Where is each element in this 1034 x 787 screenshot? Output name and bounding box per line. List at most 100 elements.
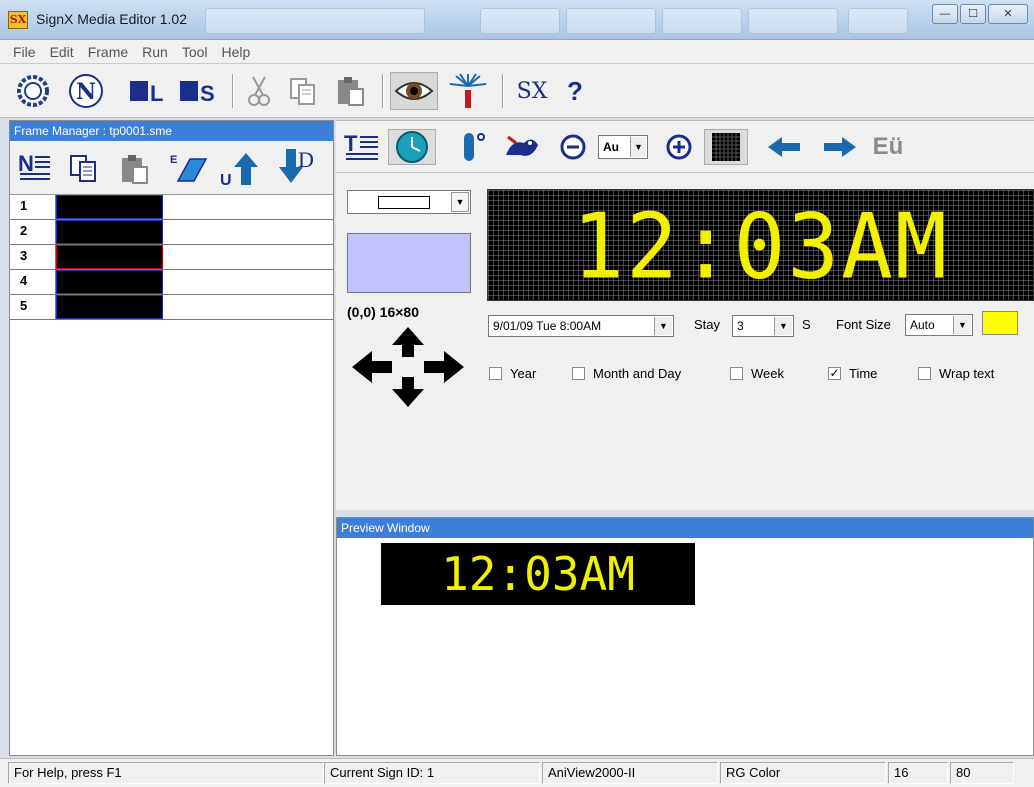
erase-frame-icon[interactable]: E — [168, 151, 208, 188]
checkbox-box[interactable] — [730, 367, 743, 380]
shape-select[interactable]: ▼ — [347, 190, 471, 214]
font-icon[interactable]: Eü — [868, 129, 908, 165]
close-button[interactable]: ✕ — [988, 4, 1028, 24]
led-text: 12:03AM — [572, 194, 949, 300]
move-arrows[interactable] — [352, 327, 464, 407]
frame-row[interactable]: 4 — [10, 270, 333, 295]
status-sign-id: Current Sign ID: 1 — [324, 762, 540, 784]
stay-select[interactable]: 3 ▼ — [732, 315, 794, 337]
preview-display: 12:03AM — [381, 543, 695, 605]
maximize-button[interactable]: ☐ — [960, 4, 986, 24]
taskbar-ghost — [662, 8, 742, 34]
led-display-editor[interactable]: 12:03AM — [487, 189, 1034, 301]
chevron-down-icon: ▼ — [774, 317, 792, 335]
frame-thumbnail[interactable] — [56, 295, 163, 319]
frame-row[interactable]: 2 — [10, 220, 333, 245]
checkbox-box[interactable] — [918, 367, 931, 380]
taskbar-ghost — [566, 8, 656, 34]
menu-help[interactable]: Help — [215, 44, 258, 60]
animation-icon[interactable] — [500, 129, 544, 165]
grid-icon[interactable] — [704, 129, 748, 165]
taskbar-ghost — [748, 8, 838, 34]
frame-manager-panel: Frame Manager : tp0001.sme N E U D 1 2 3… — [9, 120, 334, 756]
title-bar: SX SignX Media Editor 1.02 — ☐ ✕ — [0, 0, 1034, 40]
editor-panel: T Au ▼ Eü ▼ (0,0) 16×80 12:03AM 9/01/09 … — [336, 120, 1034, 510]
copy-frame-icon[interactable] — [68, 153, 100, 188]
time-label: Time — [849, 366, 878, 381]
menu-file[interactable]: File — [6, 44, 43, 60]
paste-frame-icon[interactable] — [118, 153, 150, 188]
year-label: Year — [510, 366, 537, 381]
checkbox-box[interactable] — [489, 367, 502, 380]
zoom-select[interactable]: Au ▼ — [598, 135, 648, 159]
zoom-out-icon[interactable] — [558, 129, 588, 165]
month-day-checkbox[interactable]: Month and Day — [572, 366, 681, 381]
color-swatch[interactable] — [347, 233, 471, 293]
text-icon[interactable]: T — [342, 129, 382, 165]
editor-toolbar: T Au ▼ Eü — [336, 121, 1034, 173]
text-color-button[interactable] — [982, 311, 1018, 335]
frame-manager-toolbar: N E U D — [10, 141, 333, 195]
zoom-value: Au — [603, 140, 619, 154]
clock-icon[interactable] — [388, 129, 436, 165]
copy-icon[interactable] — [286, 72, 320, 110]
svg-text:L: L — [150, 81, 163, 106]
S-icon[interactable]: S — [178, 72, 222, 110]
paste-icon[interactable] — [332, 72, 368, 110]
help-icon[interactable]: ? — [560, 72, 590, 110]
status-model: AniView2000-II — [542, 762, 718, 784]
thermometer-icon[interactable] — [452, 129, 492, 165]
arrow-right-icon[interactable] — [820, 129, 860, 165]
gear-icon[interactable] — [14, 72, 52, 110]
frame-number: 4 — [20, 273, 28, 288]
status-help: For Help, press F1 — [8, 762, 324, 784]
menu-bar: File Edit Frame Run Tool Help — [0, 40, 1034, 64]
font-size-select[interactable]: Auto ▼ — [905, 314, 973, 336]
chevron-down-icon[interactable]: ▼ — [451, 192, 469, 212]
status-color-mode: RG Color — [720, 762, 886, 784]
toolbar-separator — [382, 74, 384, 108]
move-down-icon[interactable]: D — [272, 147, 316, 192]
checkbox-box[interactable] — [572, 367, 585, 380]
preview-window: Preview Window 12:03AM — [336, 517, 1034, 756]
new-frame-icon[interactable]: N — [18, 149, 52, 188]
week-checkbox[interactable]: Week — [730, 366, 784, 381]
position-size-label: (0,0) 16×80 — [347, 304, 419, 320]
move-up-icon[interactable]: U — [220, 149, 260, 192]
menu-edit[interactable]: Edit — [43, 44, 81, 60]
datetime-format-select[interactable]: 9/01/09 Tue 8:00AM ▼ — [488, 315, 674, 337]
wrap-text-checkbox[interactable]: Wrap text — [918, 366, 994, 381]
new-icon[interactable]: N — [66, 72, 106, 110]
preview-eye-icon[interactable] — [390, 72, 438, 110]
chevron-down-icon: ▼ — [953, 316, 971, 334]
transmit-icon[interactable] — [444, 72, 492, 110]
menu-run[interactable]: Run — [135, 44, 175, 60]
frame-row-selected[interactable]: 3 — [10, 245, 333, 270]
frame-row[interactable]: 1 — [10, 195, 333, 220]
frame-thumbnail[interactable] — [56, 245, 163, 269]
zoom-in-icon[interactable] — [664, 129, 694, 165]
status-cols: 80 — [950, 762, 1014, 784]
status-rows: 16 — [888, 762, 948, 784]
time-checkbox[interactable]: ✓ Time — [828, 366, 877, 381]
stay-label: Stay — [694, 317, 721, 332]
arrow-left-icon[interactable] — [764, 129, 804, 165]
sx-icon[interactable]: SX — [512, 72, 552, 110]
window-title: SignX Media Editor 1.02 — [36, 11, 187, 27]
cut-icon[interactable] — [242, 72, 276, 110]
svg-text:N: N — [18, 151, 34, 176]
menu-frame[interactable]: Frame — [81, 44, 135, 60]
svg-text:S: S — [200, 81, 215, 106]
frame-thumbnail[interactable] — [56, 270, 163, 294]
frame-thumbnail[interactable] — [56, 220, 163, 244]
menu-tool[interactable]: Tool — [175, 44, 215, 60]
frame-number: 3 — [20, 248, 28, 263]
wrap-text-label: Wrap text — [939, 366, 995, 381]
frame-thumbnail[interactable] — [56, 195, 163, 219]
L-icon[interactable]: L — [128, 72, 168, 110]
taskbar-ghost — [480, 8, 560, 34]
checkbox-box-checked[interactable]: ✓ — [828, 367, 841, 380]
frame-row[interactable]: 5 — [10, 295, 333, 320]
minimize-button[interactable]: — — [932, 4, 958, 24]
year-checkbox[interactable]: Year — [489, 366, 536, 381]
